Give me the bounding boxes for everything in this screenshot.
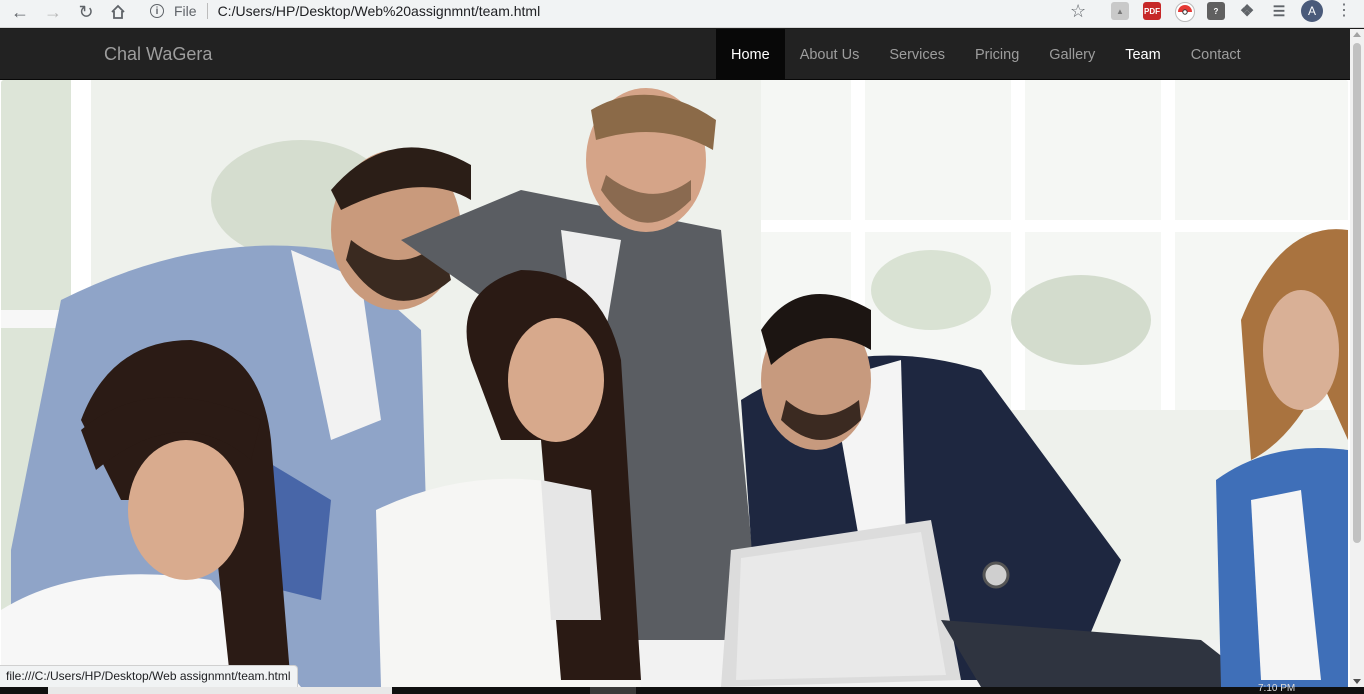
puzzle-icon[interactable]: ❖ <box>1238 2 1256 20</box>
nav-about-us[interactable]: About Us <box>785 29 875 79</box>
pdf-icon[interactable]: PDF <box>1143 2 1161 20</box>
site-navbar: Chal WaGera Home About Us Services Prici… <box>0 29 1350 80</box>
link-status-bar: file:///C:/Users/HP/Desktop/Web assignmn… <box>0 665 298 687</box>
scroll-down-icon[interactable] <box>1353 679 1361 684</box>
taskbar-clock: 7:10 PM <box>1258 683 1296 694</box>
help-icon[interactable]: ? <box>1207 2 1225 20</box>
scrollbar-thumb[interactable] <box>1353 43 1361 543</box>
nav-team[interactable]: Team <box>1110 29 1175 79</box>
scroll-up-icon[interactable] <box>1353 32 1361 37</box>
browser-toolbar: ← → ↻ i File C:/Users/HP/Desktop/Web%20a… <box>0 0 1364 28</box>
avatar[interactable]: A <box>1301 0 1323 22</box>
address-bar[interactable]: i File C:/Users/HP/Desktop/Web%20assignm… <box>140 0 1100 22</box>
menu-icon[interactable]: ⋮ <box>1336 0 1352 20</box>
nav-menu: Home About Us Services Pricing Gallery T… <box>716 29 1256 79</box>
brand-logo[interactable]: Chal WaGera <box>104 44 212 65</box>
page-scrollbar[interactable] <box>1350 29 1364 687</box>
reload-icon[interactable]: ↻ <box>74 2 98 22</box>
media-icon[interactable]: ☰ <box>1270 2 1288 20</box>
info-icon[interactable]: i <box>150 4 164 18</box>
taskbar-search[interactable] <box>48 687 392 694</box>
hero-team-image <box>1 80 1348 687</box>
os-taskbar: 7:10 PM <box>0 683 1364 694</box>
pokeball-icon[interactable] <box>1175 2 1195 22</box>
omnibox-divider <box>206 3 208 19</box>
nav-pricing[interactable]: Pricing <box>960 29 1034 79</box>
taskbar-app[interactable] <box>590 687 636 694</box>
back-icon[interactable]: ← <box>8 2 32 22</box>
page-viewport: Chal WaGera Home About Us Services Prici… <box>0 29 1350 687</box>
nav-services[interactable]: Services <box>874 29 960 79</box>
url-text[interactable]: C:/Users/HP/Desktop/Web%20assignmnt/team… <box>218 3 541 19</box>
acrobat-icon[interactable]: ▲ <box>1111 2 1129 20</box>
nav-gallery[interactable]: Gallery <box>1034 29 1110 79</box>
home-icon[interactable] <box>106 2 130 22</box>
forward-icon[interactable]: → <box>41 2 65 22</box>
team-photo <box>1 80 1348 687</box>
nav-home[interactable]: Home <box>716 29 785 79</box>
nav-contact[interactable]: Contact <box>1176 29 1256 79</box>
scheme-label: File <box>174 3 197 19</box>
bookmark-star-icon[interactable]: ☆ <box>1070 1 1086 22</box>
